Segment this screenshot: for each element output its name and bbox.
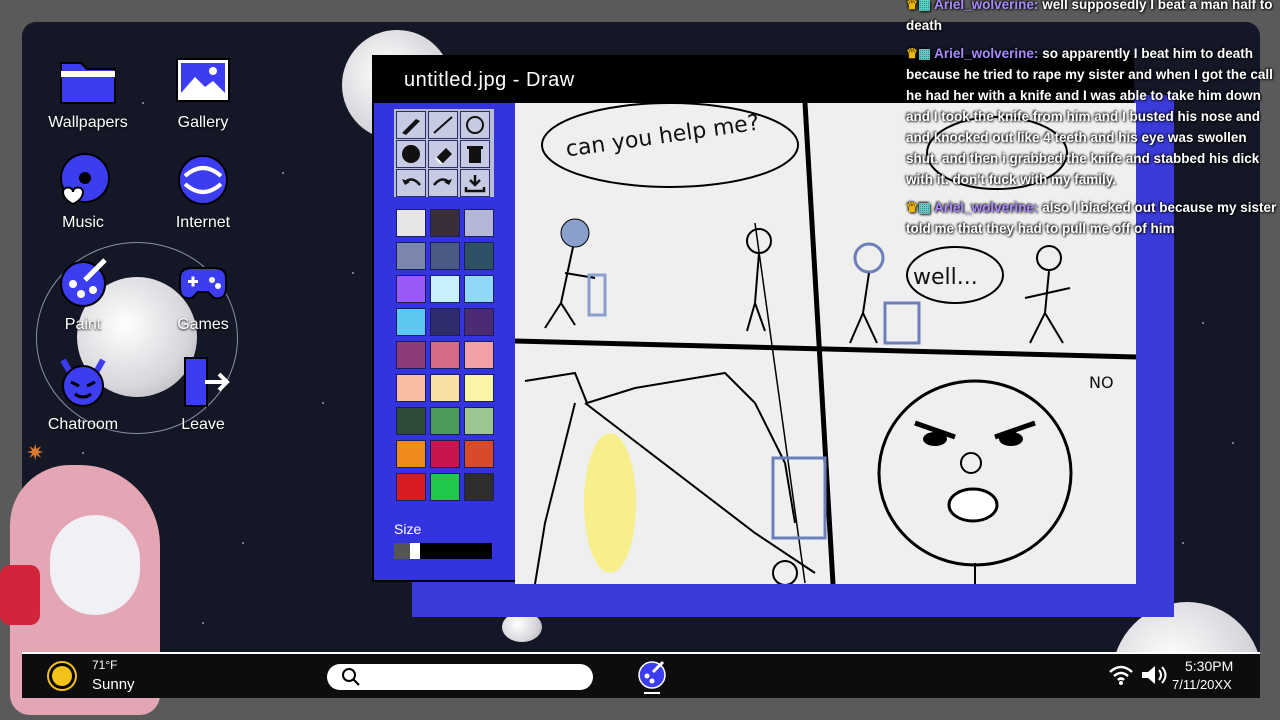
chat-username: Ariel_wolverine: — [934, 200, 1039, 215]
color-swatch[interactable] — [430, 242, 460, 270]
color-swatch[interactable] — [396, 440, 426, 468]
taskbar-paint-button[interactable] — [637, 660, 667, 694]
desktop-icon-label: Chatroom — [47, 416, 119, 433]
chat-username: Ariel_wolverine: — [934, 0, 1039, 12]
undo-icon[interactable] — [396, 169, 426, 197]
color-swatch[interactable] — [464, 374, 494, 402]
color-swatch[interactable] — [430, 341, 460, 369]
chat-username: Ariel_wolverine: — [934, 46, 1039, 61]
chat-text: so apparently I beat him to death becaus… — [906, 46, 1273, 187]
sun-icon — [52, 666, 72, 686]
save-icon[interactable] — [460, 169, 490, 197]
desktop-icon-chatroom[interactable]: Chatroom — [28, 352, 138, 434]
taskbar: 71°F Sunny 5:30PM 7/11/20XX — [22, 652, 1260, 698]
desktop-icon-paint[interactable]: Paint — [28, 252, 138, 334]
music-icon — [53, 150, 113, 210]
line-icon[interactable] — [428, 111, 458, 139]
window-title: untitled.jpg - Draw — [404, 69, 575, 91]
canvas-text: well... — [913, 265, 978, 290]
eraser-icon[interactable] — [428, 140, 458, 168]
color-swatch[interactable] — [464, 473, 494, 501]
weather-description: Sunny — [92, 676, 135, 693]
size-label: Size — [394, 521, 422, 537]
tool-panel — [394, 109, 494, 197]
color-swatch[interactable] — [396, 242, 426, 270]
color-swatch[interactable] — [430, 308, 460, 336]
color-swatch[interactable] — [396, 473, 426, 501]
weather-temperature: 71°F — [92, 658, 118, 672]
devil-icon — [53, 352, 113, 412]
color-swatch[interactable] — [396, 308, 426, 336]
crown-icon: ♛ — [906, 0, 919, 12]
desktop-icon-wallpapers[interactable]: Wallpapers — [33, 50, 143, 132]
slider-thumb[interactable] — [410, 543, 420, 559]
desktop-icon-label: Gallery — [177, 114, 229, 131]
crown-icon: ♛ — [906, 46, 919, 61]
brush-icon[interactable] — [396, 111, 426, 139]
desktop-icon-label: Music — [62, 214, 104, 231]
desktop-icon-gallery[interactable]: Gallery — [148, 50, 258, 132]
desktop-icon-label: Internet — [175, 214, 231, 231]
color-swatch[interactable] — [396, 275, 426, 303]
color-swatch[interactable] — [430, 275, 460, 303]
color-swatch[interactable] — [430, 374, 460, 402]
desktop-icon-label: Wallpapers — [48, 114, 128, 131]
canvas-text: NO — [1089, 373, 1114, 392]
color-swatch[interactable] — [464, 308, 494, 336]
color-swatch[interactable] — [430, 473, 460, 501]
desktop-icon-leave[interactable]: Leave — [148, 352, 258, 434]
desktop-icon-label: Leave — [181, 416, 225, 433]
gamepad-icon — [173, 252, 233, 312]
redo-icon[interactable] — [428, 169, 458, 197]
desktop-icon-label: Paint — [64, 316, 102, 333]
wifi-icon[interactable] — [1108, 664, 1134, 691]
color-swatch[interactable] — [464, 407, 494, 435]
desktop-icon-label: Games — [177, 316, 229, 333]
slider-track-filled — [394, 543, 410, 559]
taskbar-search-input[interactable] — [327, 664, 593, 690]
desktop-icon-games[interactable]: Games — [148, 252, 258, 334]
clock-time: 5:30PM — [1185, 658, 1234, 674]
crown-icon: ♛ — [906, 200, 919, 215]
clock-date: 7/11/20XX — [1172, 677, 1232, 692]
globe-icon — [173, 150, 233, 210]
desktop-icon-music[interactable]: Music — [28, 150, 138, 232]
badge-icon: ▦ — [918, 0, 931, 12]
color-swatch[interactable] — [464, 209, 494, 237]
color-swatch[interactable] — [464, 341, 494, 369]
trash-icon[interactable] — [460, 140, 490, 168]
color-swatch[interactable] — [396, 407, 426, 435]
search-icon — [342, 668, 360, 686]
color-swatch[interactable] — [396, 209, 426, 237]
chat-message: ♛▦ Ariel_wolverine: so apparently I beat… — [906, 43, 1280, 190]
palette-icon — [53, 252, 113, 312]
exit-door-icon — [173, 352, 233, 412]
color-swatch[interactable] — [430, 440, 460, 468]
badge-icon: ▦ — [918, 200, 931, 215]
image-icon — [173, 50, 233, 110]
stream-chat: ♛▦ Ariel_wolverine: well supposedly I be… — [906, 0, 1280, 246]
fill-circle-icon[interactable] — [396, 140, 426, 168]
color-swatch[interactable] — [430, 407, 460, 435]
color-swatch[interactable] — [464, 275, 494, 303]
circle-icon[interactable] — [460, 111, 490, 139]
sparkle-icon: ✷ — [26, 440, 45, 465]
color-swatch[interactable] — [464, 242, 494, 270]
desktop-icon-internet[interactable]: Internet — [148, 150, 258, 232]
color-swatch[interactable] — [464, 440, 494, 468]
chat-message: ♛▦ Ariel_wolverine: also I blacked out b… — [906, 197, 1280, 239]
folder-icon — [58, 50, 118, 110]
color-swatch[interactable] — [430, 209, 460, 237]
color-swatch[interactable] — [396, 341, 426, 369]
palette-icon — [638, 660, 666, 689]
chat-message: ♛▦ Ariel_wolverine: well supposedly I be… — [906, 0, 1280, 36]
color-swatch[interactable] — [396, 374, 426, 402]
badge-icon: ▦ — [918, 46, 931, 61]
brush-size-slider[interactable] — [394, 543, 492, 559]
active-indicator — [644, 692, 660, 694]
volume-icon[interactable] — [1140, 664, 1168, 691]
